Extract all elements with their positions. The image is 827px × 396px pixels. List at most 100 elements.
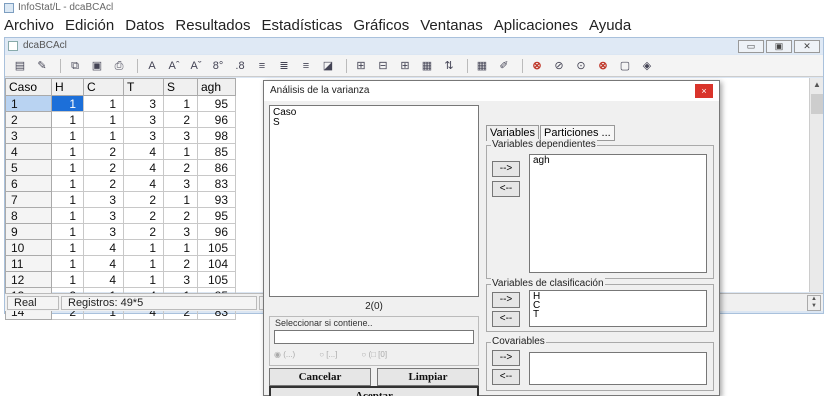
delete-row-icon[interactable]: ⊟ [374, 58, 392, 74]
query-icon[interactable]: ⊙ [572, 58, 590, 74]
data-cell[interactable]: 1 [51, 175, 84, 192]
font-shrink-icon[interactable]: Aˇ [187, 58, 205, 74]
data-cell[interactable]: 85 [197, 143, 236, 160]
remove-covariate-button[interactable]: <-- [492, 369, 520, 385]
data-cell[interactable]: 3 [83, 191, 124, 208]
mark-icon[interactable]: ⊗ [594, 58, 612, 74]
decimal-less-icon[interactable]: .8 [231, 58, 249, 74]
menu-datos[interactable]: Datos [125, 16, 164, 36]
font-icon[interactable]: A [143, 58, 161, 74]
data-cell[interactable]: 93 [197, 191, 236, 208]
data-cell[interactable]: 1 [163, 191, 198, 208]
palette-icon[interactable]: ◈ [638, 58, 656, 74]
row-number-cell[interactable]: 9 [5, 223, 52, 240]
data-cell[interactable]: 2 [163, 159, 198, 176]
table-row[interactable]: 9 1 3 2 3 96 [5, 223, 236, 240]
table-row[interactable]: 8 1 3 2 2 95 [5, 207, 236, 224]
data-cell[interactable]: 1 [163, 143, 198, 160]
align-right-icon[interactable]: ≡ [297, 58, 315, 74]
data-cell[interactable]: 104 [197, 255, 236, 272]
data-cell[interactable]: 83 [197, 175, 236, 192]
menu-graficos[interactable]: Gráficos [353, 16, 409, 36]
data-cell[interactable]: 95 [197, 95, 236, 112]
data-cell[interactable]: 2 [83, 159, 124, 176]
clear-filter-icon[interactable]: ⊗ [528, 58, 546, 74]
data-cell[interactable]: 4 [123, 175, 164, 192]
table-row[interactable]: 4 1 2 4 1 85 [5, 143, 236, 160]
col-header-h[interactable]: H [51, 78, 84, 96]
radio-option-bracket[interactable]: ○ [...] [319, 350, 349, 359]
menu-ayuda[interactable]: Ayuda [589, 16, 631, 36]
row-number-cell[interactable]: 7 [5, 191, 52, 208]
row-number-cell[interactable]: 8 [5, 207, 52, 224]
data-cell[interactable]: 2 [163, 111, 198, 128]
data-cell[interactable]: 1 [123, 271, 164, 288]
data-cell[interactable]: 1 [51, 127, 84, 144]
grid-vertical-scrollbar[interactable]: ▲ [809, 78, 823, 292]
data-cell[interactable]: 1 [51, 255, 84, 272]
row-number-cell[interactable]: 5 [5, 159, 52, 176]
data-cell[interactable]: 105 [197, 271, 236, 288]
list-item[interactable]: S [273, 118, 475, 128]
remove-dependent-button[interactable]: <-- [492, 181, 520, 197]
table-row[interactable]: 7 1 3 2 1 93 [5, 191, 236, 208]
data-cell[interactable]: 4 [83, 255, 124, 272]
data-cell[interactable]: 2 [163, 207, 198, 224]
table-row[interactable]: 12 1 4 1 3 105 [5, 271, 236, 288]
align-center-icon[interactable]: ≣ [275, 58, 293, 74]
data-cell[interactable]: 98 [197, 127, 236, 144]
sort-icon[interactable]: ⇅ [440, 58, 458, 74]
data-cell[interactable]: 1 [51, 95, 84, 112]
data-cell[interactable]: 1 [51, 223, 84, 240]
data-cell[interactable]: 86 [197, 159, 236, 176]
table-row[interactable]: 10 1 4 1 1 105 [5, 239, 236, 256]
data-cell[interactable]: 1 [51, 271, 84, 288]
paste-icon[interactable]: ▣ [88, 58, 106, 74]
remove-classification-button[interactable]: <-- [492, 311, 520, 327]
data-cell[interactable]: 96 [197, 111, 236, 128]
menu-aplicaciones[interactable]: Aplicaciones [494, 16, 578, 36]
cancel-button[interactable]: Cancelar [269, 368, 371, 386]
save-icon[interactable]: ▤ [11, 58, 29, 74]
row-number-cell[interactable]: 1 [5, 95, 52, 112]
menu-estadisticas[interactable]: Estadísticas [261, 16, 342, 36]
classification-list[interactable]: H C T [529, 290, 707, 327]
row-number-cell[interactable]: 10 [5, 239, 52, 256]
row-number-cell[interactable]: 3 [5, 127, 52, 144]
menu-archivo[interactable]: Archivo [4, 16, 54, 36]
print-icon[interactable]: ⎙ [110, 58, 128, 74]
data-cell[interactable]: 4 [83, 271, 124, 288]
row-number-cell[interactable]: 2 [5, 111, 52, 128]
add-covariate-button[interactable]: --> [492, 350, 520, 366]
data-cell[interactable]: 4 [123, 143, 164, 160]
align-left-icon[interactable]: ≡ [253, 58, 271, 74]
data-cell[interactable]: 2 [83, 143, 124, 160]
covariates-list[interactable] [529, 352, 707, 385]
add-dependent-button[interactable]: --> [492, 161, 520, 177]
col-header-c[interactable]: C [83, 78, 124, 96]
data-cell[interactable]: 105 [197, 239, 236, 256]
menu-ventanas[interactable]: Ventanas [420, 16, 483, 36]
table-row[interactable]: 3 1 1 3 3 98 [5, 127, 236, 144]
data-cell[interactable]: 1 [51, 143, 84, 160]
data-cell[interactable]: 2 [123, 191, 164, 208]
scroll-up-icon[interactable]: ▲ [810, 78, 824, 92]
add-classification-button[interactable]: --> [492, 292, 520, 308]
data-cell[interactable]: 3 [123, 95, 164, 112]
data-cell[interactable]: 96 [197, 223, 236, 240]
col-header-s[interactable]: S [163, 78, 198, 96]
data-cell[interactable]: 1 [163, 95, 198, 112]
data-cell[interactable]: 1 [51, 239, 84, 256]
radio-option-paren[interactable]: ◉ (...) [274, 350, 307, 359]
menu-resultados[interactable]: Resultados [175, 16, 250, 36]
data-cell[interactable]: 3 [123, 111, 164, 128]
insert-row-icon[interactable]: ⊞ [352, 58, 370, 74]
table-row[interactable]: 1 1 1 3 1 95 [5, 95, 236, 112]
data-cell[interactable]: 1 [51, 111, 84, 128]
data-cell[interactable]: 1 [163, 239, 198, 256]
data-cell[interactable]: 2 [123, 207, 164, 224]
row-number-cell[interactable]: 4 [5, 143, 52, 160]
data-cell[interactable]: 2 [83, 175, 124, 192]
font-grow-icon[interactable]: Aˆ [165, 58, 183, 74]
table-row[interactable]: 6 1 2 4 3 83 [5, 175, 236, 192]
